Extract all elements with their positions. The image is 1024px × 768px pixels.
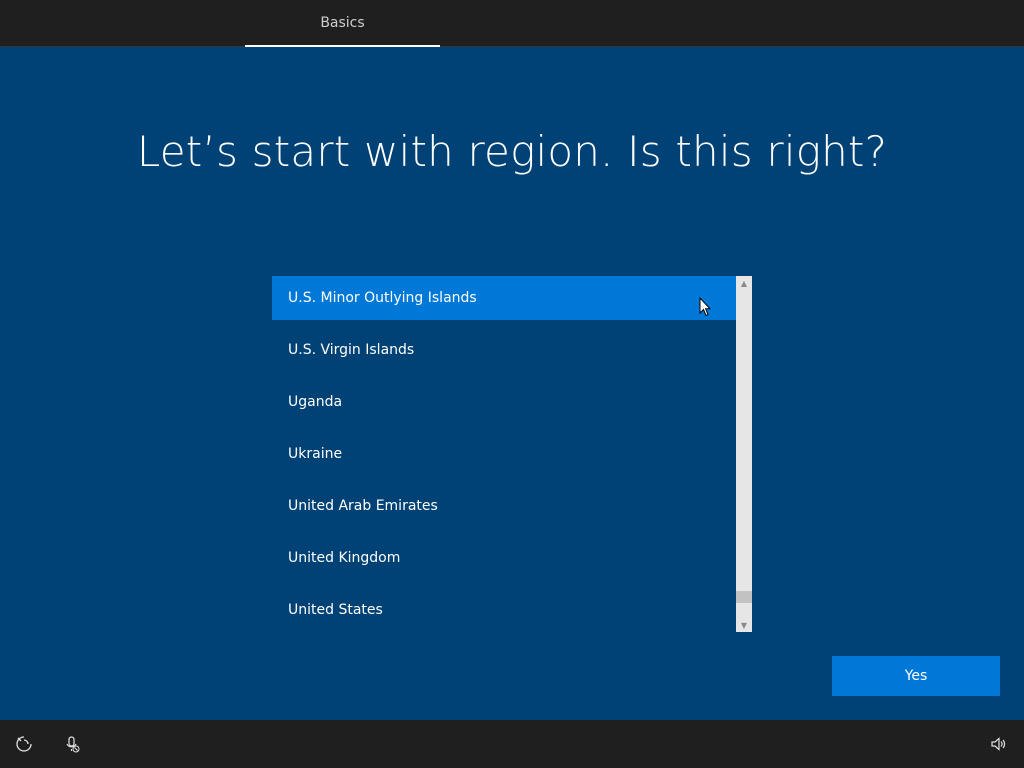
region-item[interactable]: Ukraine [272,432,736,476]
region-item[interactable]: U.S. Virgin Islands [272,328,736,372]
scroll-down-arrow-icon[interactable]: ▼ [736,618,752,632]
region-item[interactable]: United Kingdom [272,536,736,580]
region-item[interactable]: Uganda [272,380,736,424]
region-item[interactable]: United States [272,588,736,632]
bottom-bar [0,720,1024,768]
region-list-items: U.S. Minor Outlying Islands U.S. Virgin … [272,276,736,632]
scroll-up-arrow-icon[interactable]: ▲ [736,276,752,290]
region-list[interactable]: U.S. Minor Outlying Islands U.S. Virgin … [272,276,752,632]
page-title: Let’s start with region. Is this right? [136,127,888,176]
main-panel: Let’s start with region. Is this right? … [0,47,1024,720]
region-item[interactable]: United Arab Emirates [272,484,736,528]
region-item-selected[interactable]: U.S. Minor Outlying Islands [272,276,736,320]
yes-button[interactable]: Yes [832,656,1000,696]
mouse-pointer-icon [699,297,711,317]
microphone-off-icon[interactable] [62,734,82,754]
volume-icon[interactable] [988,734,1008,754]
scroll-thumb[interactable] [736,591,752,603]
ease-of-access-icon[interactable] [14,734,34,754]
top-bar: Basics [0,0,1024,48]
tab-basics[interactable]: Basics [245,0,440,46]
list-scrollbar[interactable]: ▲ ▼ [736,276,752,632]
